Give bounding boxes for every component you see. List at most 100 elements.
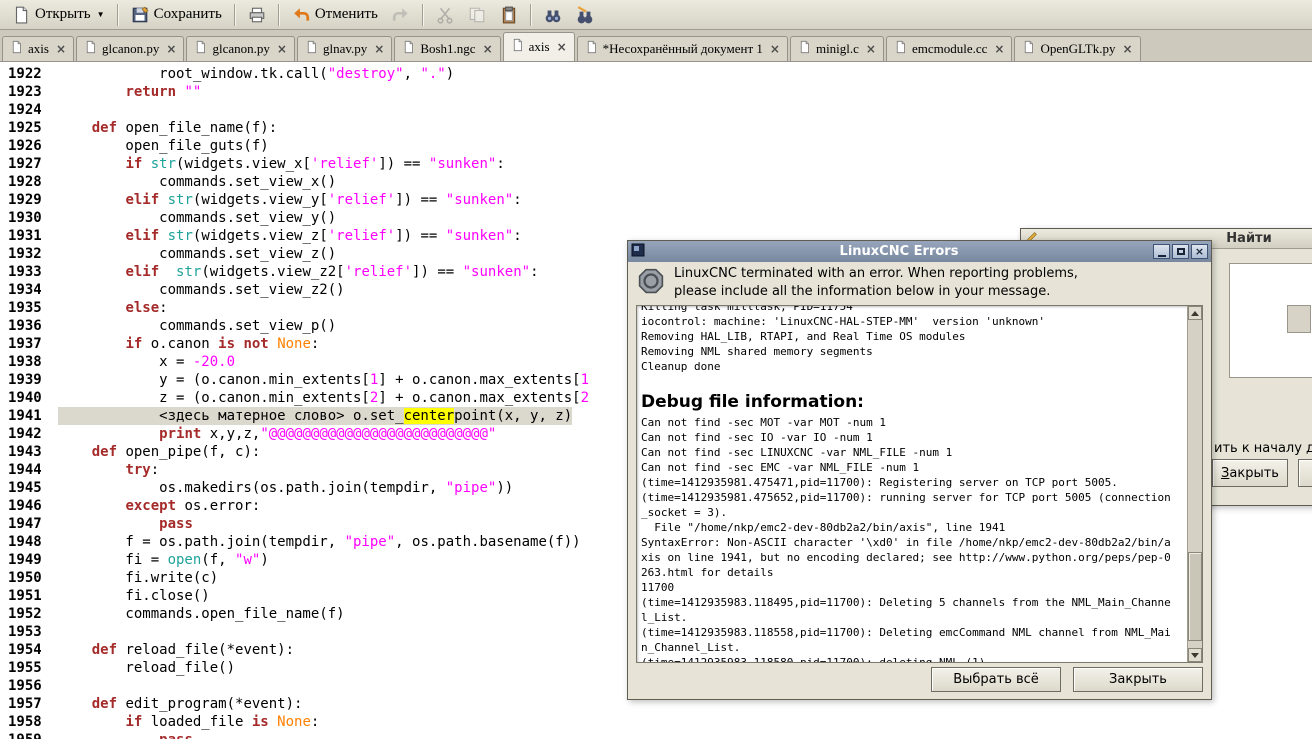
find-close-button[interactable]: Закрыть bbox=[1212, 459, 1288, 487]
line-number: 1950 bbox=[8, 570, 42, 586]
cut-button bbox=[430, 4, 460, 26]
redo-button bbox=[386, 4, 416, 26]
code-line[interactable]: 1922 root_window.tk.call("destroy", ".") bbox=[0, 65, 1312, 83]
tab-5[interactable]: axis × bbox=[502, 32, 575, 61]
log-line: Removing HAL_LIB, RTAPI, and Real Time O… bbox=[641, 330, 966, 343]
tab-close-icon[interactable]: × bbox=[277, 42, 287, 56]
line-number: 1931 bbox=[8, 228, 42, 244]
log-line: _socket = 3). bbox=[641, 506, 728, 519]
tab-8[interactable]: emcmodule.cc × bbox=[885, 36, 1013, 61]
tab-6[interactable]: *Несохранённый документ 1 × bbox=[576, 36, 788, 61]
tab-close-icon[interactable]: × bbox=[866, 42, 876, 56]
line-number: 1942 bbox=[8, 426, 42, 442]
maximize-icon bbox=[1176, 248, 1185, 255]
line-number: 1957 bbox=[8, 696, 42, 712]
code-line[interactable]: 1927 if str(widgets.view_x['relief']) ==… bbox=[0, 155, 1312, 173]
log-content[interactable]: Killing task milltask, PID=11754 iocontro… bbox=[641, 306, 1185, 662]
toolbar-separator bbox=[233, 3, 236, 26]
code-line[interactable]: 1923 return "" bbox=[0, 83, 1312, 101]
tab-close-icon[interactable]: × bbox=[770, 42, 780, 56]
print-button[interactable] bbox=[242, 4, 272, 26]
line-number: 1925 bbox=[8, 120, 42, 136]
document-icon bbox=[194, 40, 207, 58]
linuxcnc-errors-dialog: LinuxCNC Errors × LinuxCNC terminated wi… bbox=[627, 240, 1212, 700]
line-number: 1923 bbox=[8, 84, 42, 100]
tab-close-icon[interactable]: × bbox=[1122, 42, 1132, 56]
find-partial-control[interactable] bbox=[1287, 305, 1311, 333]
tab-close-icon[interactable]: × bbox=[374, 42, 384, 56]
line-number: 1955 bbox=[8, 660, 42, 676]
log-line: xis on line 1941, but no encoding declar… bbox=[641, 551, 1171, 564]
line-number: 1947 bbox=[8, 516, 42, 532]
tab-bar: axis × glcanon.py × glcanon.py × glnav.py × Bosh… bbox=[0, 30, 1312, 62]
save-button[interactable]: Сохранить bbox=[125, 4, 228, 26]
tab-close-icon[interactable]: × bbox=[557, 40, 567, 54]
tab-close-icon[interactable]: × bbox=[483, 42, 493, 56]
undo-icon bbox=[292, 6, 310, 24]
scroll-up-icon[interactable] bbox=[1188, 306, 1202, 320]
maximize-button[interactable] bbox=[1172, 244, 1189, 259]
error-message-line1: LinuxCNC terminated with an error. When … bbox=[674, 266, 1078, 282]
paste-button[interactable] bbox=[494, 4, 524, 26]
code-line[interactable]: 1928 commands.set_view_x() bbox=[0, 173, 1312, 191]
tab-close-icon[interactable]: × bbox=[166, 42, 176, 56]
code-line[interactable]: 1925 def open_file_name(f): bbox=[0, 119, 1312, 137]
tab-close-icon[interactable]: × bbox=[56, 42, 66, 56]
tab-2[interactable]: glcanon.py × bbox=[186, 36, 295, 61]
close-icon: × bbox=[1194, 245, 1205, 258]
line-number: 1929 bbox=[8, 192, 42, 208]
tab-label: OpenGLTk.py bbox=[1040, 41, 1116, 56]
copy-button bbox=[462, 4, 492, 26]
code-line[interactable]: 1930 commands.set_view_y() bbox=[0, 209, 1312, 227]
save-label: Сохранить bbox=[153, 6, 222, 22]
code-line[interactable]: 1929 elif str(widgets.view_y['relief']) … bbox=[0, 191, 1312, 209]
tab-label: emcmodule.cc bbox=[911, 41, 988, 56]
find-button-partial[interactable] bbox=[1298, 459, 1312, 487]
code-line[interactable]: 1959 pass bbox=[0, 731, 1312, 739]
tab-9[interactable]: OpenGLTk.py × bbox=[1014, 36, 1141, 61]
code-line[interactable]: 1924 bbox=[0, 101, 1312, 119]
document-icon bbox=[585, 40, 598, 58]
line-number: 1959 bbox=[0, 731, 58, 739]
find-button[interactable] bbox=[538, 4, 568, 26]
close-button[interactable]: Закрыть bbox=[1073, 667, 1203, 692]
minimize-icon bbox=[1157, 254, 1166, 257]
log-line: SyntaxError: Non-ASCII character '\xd0' … bbox=[641, 536, 1171, 549]
line-number: 1932 bbox=[8, 246, 42, 262]
log-line: Cleanup done bbox=[641, 360, 721, 373]
close-window-button[interactable]: × bbox=[1191, 244, 1208, 259]
tab-label: *Несохранённый документ 1 bbox=[602, 41, 763, 56]
scrollbar-thumb[interactable] bbox=[1188, 551, 1202, 641]
undo-button[interactable]: Отменить bbox=[286, 4, 384, 26]
scroll-down-icon[interactable] bbox=[1188, 648, 1202, 662]
tab-0[interactable]: axis × bbox=[2, 36, 75, 61]
tab-label: Bosh1.ngc bbox=[420, 41, 476, 56]
select-all-button[interactable]: Выбрать всё bbox=[931, 667, 1061, 692]
tab-7[interactable]: minigl.c × bbox=[789, 36, 884, 61]
log-line: Can not find -sec EMC -var NML_FILE -num… bbox=[641, 461, 920, 474]
code-line[interactable]: 1958 if loaded_file is None: bbox=[0, 713, 1312, 731]
tab-close-icon[interactable]: × bbox=[994, 42, 1004, 56]
dialog-title: LinuxCNC Errors bbox=[839, 244, 959, 259]
dialog-titlebar[interactable]: LinuxCNC Errors × bbox=[628, 241, 1211, 262]
tab-label: minigl.c bbox=[815, 41, 859, 56]
tab-label: axis bbox=[528, 39, 550, 54]
tab-4[interactable]: Bosh1.ngc × bbox=[394, 36, 501, 61]
redo-icon bbox=[392, 6, 410, 24]
code-line[interactable]: 1926 open_file_guts(f) bbox=[0, 137, 1312, 155]
tab-3[interactable]: glnav.py × bbox=[296, 36, 393, 61]
line-number: 1958 bbox=[8, 714, 42, 730]
minimize-button[interactable] bbox=[1153, 244, 1170, 259]
replace-button[interactable] bbox=[570, 4, 600, 26]
line-number: 1927 bbox=[8, 156, 42, 172]
scrollbar[interactable] bbox=[1187, 306, 1202, 662]
line-number: 1939 bbox=[8, 372, 42, 388]
find-replace-icon bbox=[576, 5, 594, 24]
line-number: 1956 bbox=[8, 678, 42, 694]
tab-1[interactable]: glcanon.py × bbox=[76, 36, 185, 61]
document-icon bbox=[798, 40, 811, 58]
open-button[interactable]: Открыть ▼ bbox=[6, 4, 111, 26]
chevron-down-icon[interactable]: ▼ bbox=[97, 10, 105, 19]
toolbar-separator bbox=[277, 3, 280, 26]
